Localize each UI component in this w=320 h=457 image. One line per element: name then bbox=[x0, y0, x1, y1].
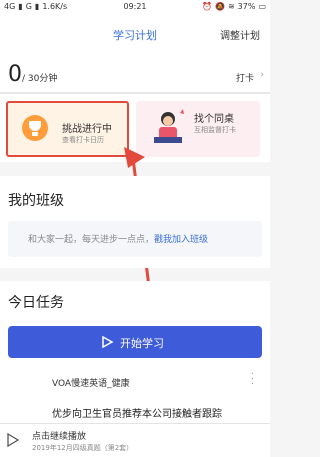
buddy-subtitle: 互相监督打卡 bbox=[194, 126, 236, 134]
mute-icon: 🔕 bbox=[214, 2, 225, 11]
challenge-subtitle: 查看打卡日历 bbox=[62, 136, 104, 144]
chevron-right-icon[interactable]: › bbox=[260, 70, 264, 80]
buddy-illustration-icon bbox=[154, 109, 184, 143]
player-title: 点击继续播放 bbox=[32, 432, 87, 442]
adjust-plan-button[interactable]: 调整计划 bbox=[220, 27, 260, 42]
play-icon[interactable] bbox=[7, 433, 19, 447]
more-options-icon[interactable]: · · · bbox=[251, 370, 254, 390]
mini-player[interactable]: 点击继续播放 2019年12月四级真题（第2套） bbox=[0, 423, 270, 457]
start-learning-button[interactable]: 开始学习 bbox=[8, 326, 262, 358]
play-outline-icon bbox=[102, 335, 114, 349]
task-item-title[interactable]: VOA慢速英语_健康 bbox=[52, 376, 130, 389]
status-bar: 4G ▮ G ▮ 1.6K/s 09:21 ⏰ 🔕 ≋ 37% ▭ bbox=[0, 0, 270, 14]
trophy-icon bbox=[22, 115, 48, 141]
wifi-icon: ≋ bbox=[227, 2, 235, 11]
progress-bar bbox=[0, 92, 270, 94]
plan-cards: 挑战进行中 查看打卡日历 找个同桌 互相监督打卡 bbox=[0, 101, 270, 159]
checkin-link[interactable]: 打卡 bbox=[236, 71, 254, 84]
find-buddy-card[interactable]: 找个同桌 互相监督打卡 bbox=[136, 101, 260, 157]
challenge-title: 挑战进行中 bbox=[62, 124, 112, 135]
challenge-card[interactable]: 挑战进行中 查看打卡日历 bbox=[6, 101, 129, 157]
player-subtitle: 2019年12月四级真题（第2套） bbox=[32, 444, 134, 452]
my-class-section: 我的班级 和大家一起，每天进步一点点，戳我加入班级 bbox=[0, 176, 270, 268]
join-class-text: 和大家一起，每天进步一点点，戳我加入班级 bbox=[28, 232, 208, 245]
join-class-box[interactable]: 和大家一起，每天进步一点点，戳我加入班级 bbox=[8, 221, 262, 257]
battery-percent: 37% bbox=[237, 2, 256, 11]
trophy-base-shape bbox=[32, 132, 38, 136]
today-tasks-title: 今日任务 bbox=[8, 295, 64, 311]
buddy-title: 找个同桌 bbox=[194, 114, 234, 125]
status-right: ⏰ 🔕 ≋ 37% ▭ bbox=[202, 2, 266, 11]
start-learning-label: 开始学习 bbox=[120, 337, 164, 350]
progress-total: / 30分钟 bbox=[22, 74, 58, 84]
header-bar: 学习计划 调整计划 bbox=[0, 14, 270, 54]
my-class-title: 我的班级 bbox=[8, 193, 64, 209]
progress-value: 0 bbox=[8, 62, 22, 87]
article-title[interactable]: 优步向卫生官员推荐本公司接触者跟踪 bbox=[52, 405, 222, 420]
battery-icon: ▭ bbox=[258, 2, 266, 11]
trophy-cup-shape bbox=[29, 121, 41, 131]
join-class-link[interactable]: 戳我加入班级 bbox=[154, 235, 208, 245]
alarm-icon: ⏰ bbox=[202, 2, 212, 11]
join-class-prompt: 和大家一起，每天进步一点点， bbox=[28, 235, 155, 245]
